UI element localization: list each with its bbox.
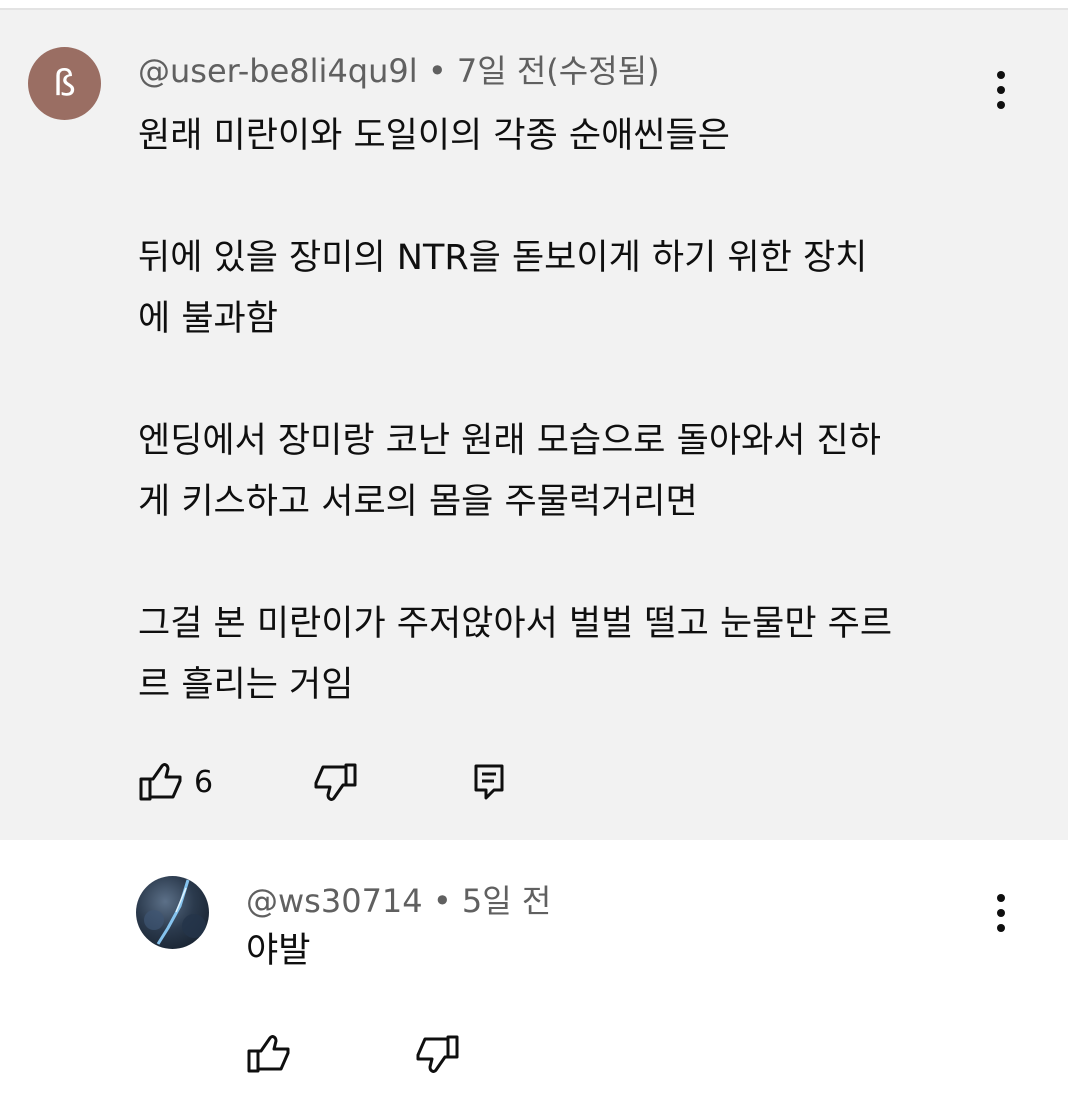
- meta-separator: •: [427, 52, 447, 90]
- comment-actions: 6: [138, 760, 512, 804]
- top-divider: [0, 0, 1068, 10]
- comment-time: 7일 전(수정됨): [456, 52, 660, 90]
- comment-line: 게 키스하고 서로의 몸을 주물럭거리면: [138, 482, 698, 522]
- comment-line: 엔딩에서 장미랑 코난 원래 모습으로 돌아와서 진하: [138, 421, 881, 461]
- thumb-up-icon[interactable]: [138, 760, 184, 804]
- reply-time: 5일 전: [461, 882, 552, 920]
- comment-author[interactable]: @user-be8li4qu9l: [138, 52, 418, 90]
- reply-meta: @ws30714 • 5일 전: [246, 876, 551, 922]
- comment-line: 원래 미란이와 도일이의 각종 순애씬들은: [138, 116, 730, 156]
- comment-body: 원래 미란이와 도일이의 각종 순애씬들은 뒤에 있을 장미의 NTR을 돋보이…: [138, 106, 998, 716]
- comment-blank-line: [138, 533, 998, 594]
- reply-body: 야발: [246, 931, 311, 971]
- thumb-down-icon[interactable]: [312, 760, 358, 804]
- comment-line: 에 불과함: [138, 299, 278, 339]
- reply-icon[interactable]: [466, 760, 512, 804]
- avatar-letter: ß: [53, 63, 76, 104]
- reply-author[interactable]: @ws30714: [246, 882, 423, 920]
- comment-blank-line: [138, 350, 998, 411]
- more-vert-icon[interactable]: [994, 68, 1008, 112]
- comment-line: 르 흘리는 거임: [138, 665, 354, 705]
- more-vert-icon[interactable]: [994, 891, 1008, 935]
- thumb-down-icon[interactable]: [414, 1032, 460, 1076]
- avatar[interactable]: ß: [28, 47, 101, 120]
- comment-thread-main: ß @user-be8li4qu9l • 7일 전(수정됨) 원래 미란이와 도…: [0, 10, 1068, 840]
- avatar[interactable]: [136, 876, 209, 949]
- meta-separator: •: [432, 882, 452, 920]
- comment-line: 그걸 본 미란이가 주저앉아서 벌벌 떨고 눈물만 주르: [138, 604, 893, 644]
- thumb-up-icon[interactable]: [246, 1032, 292, 1076]
- reply-comment: @ws30714 • 5일 전 야발: [0, 840, 1068, 1109]
- comment-meta: @user-be8li4qu9l • 7일 전(수정됨): [138, 46, 660, 92]
- reply-actions: [246, 1032, 460, 1076]
- like-count: 6: [194, 764, 214, 800]
- comment-line: 뒤에 있을 장미의 NTR을 돋보이게 하기 위한 장치: [138, 238, 868, 278]
- comment-blank-line: [138, 167, 998, 228]
